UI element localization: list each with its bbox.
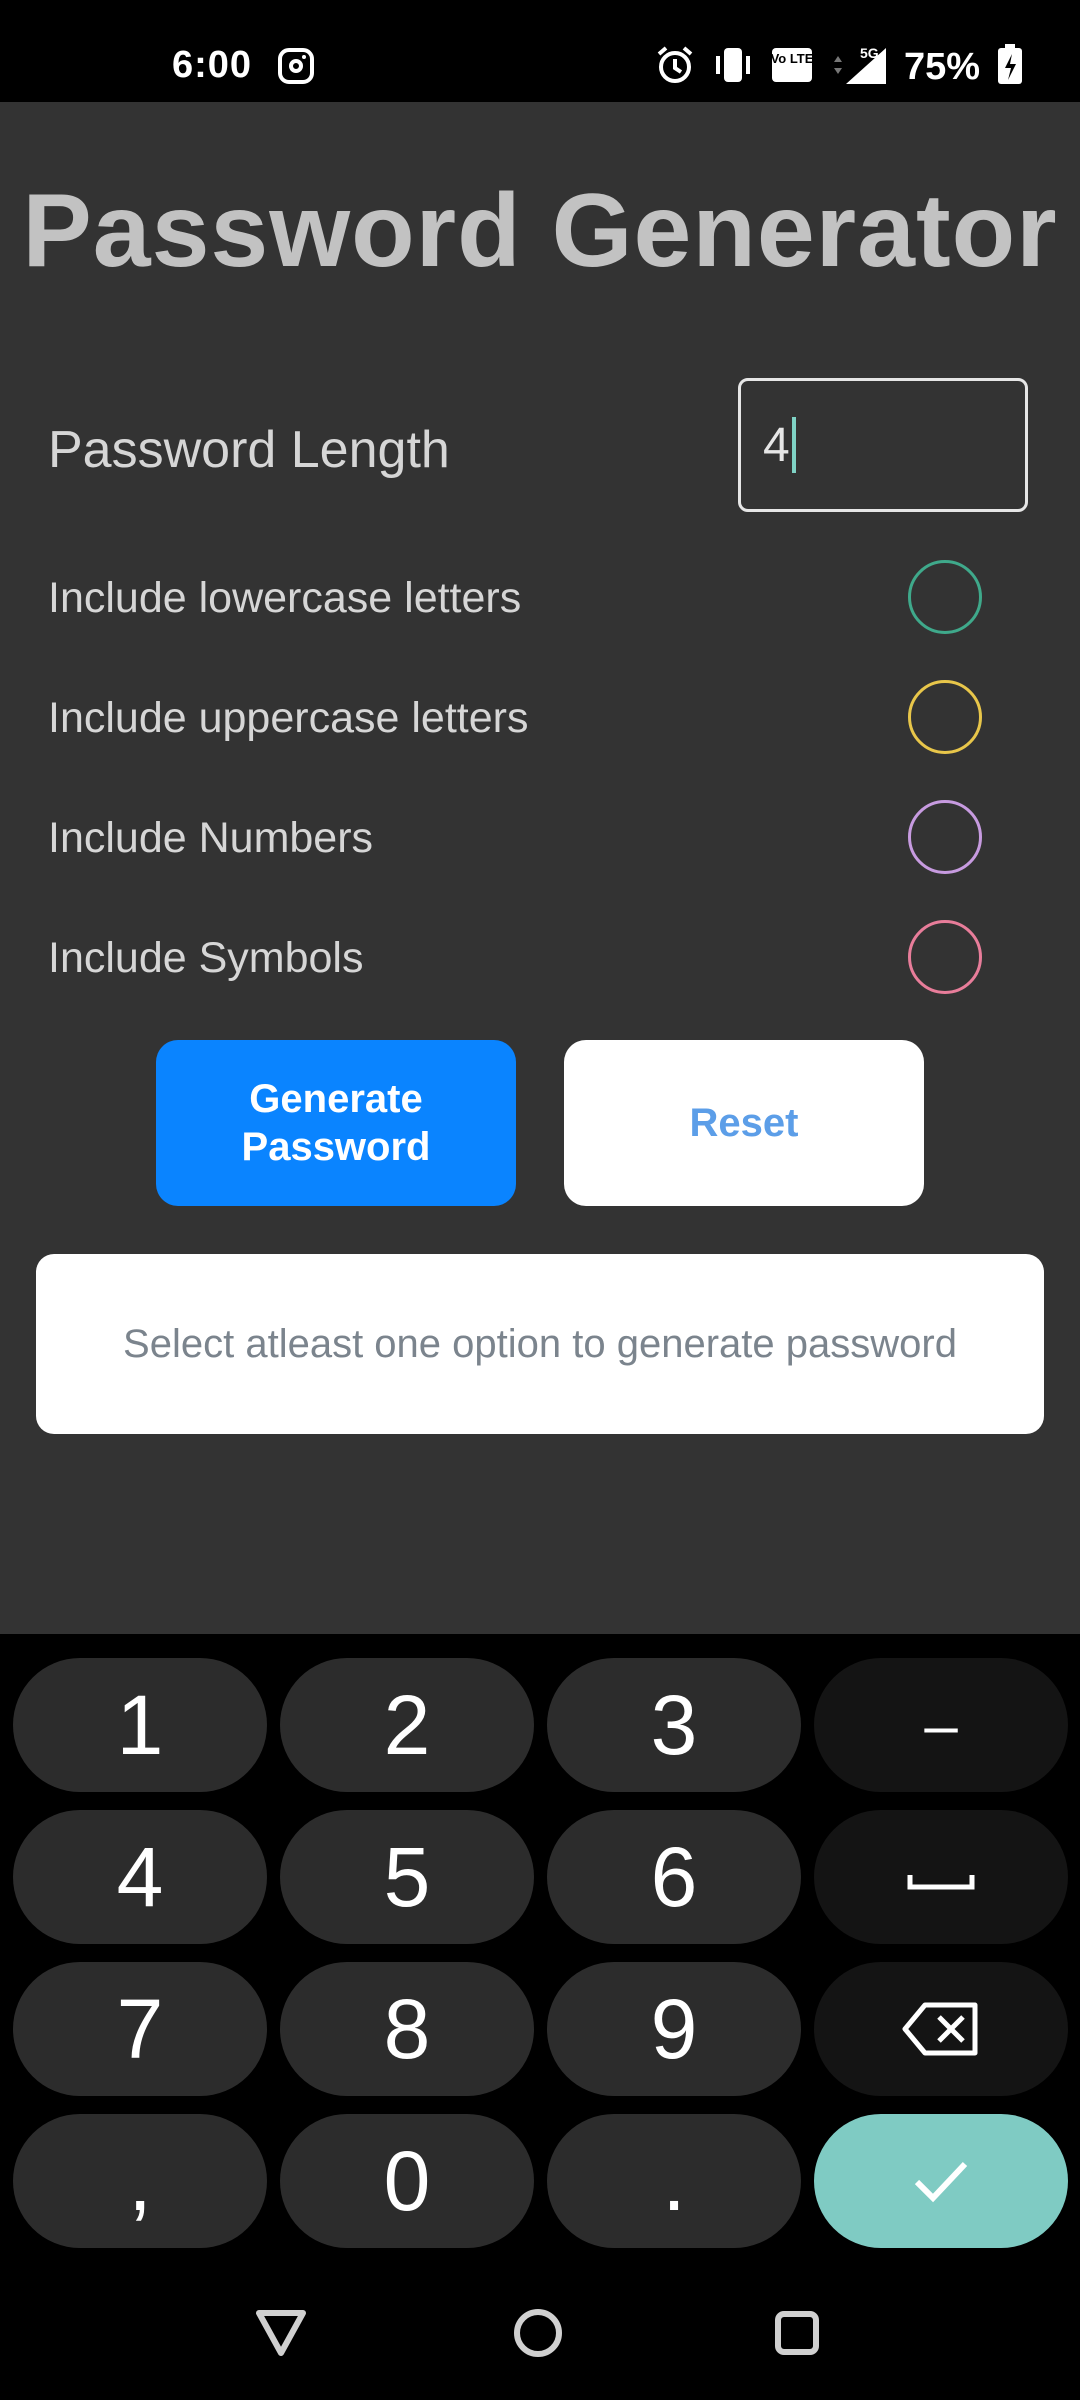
key-3[interactable]: 3 — [547, 1658, 801, 1792]
key-4[interactable]: 4 — [13, 1810, 267, 1944]
status-icons: Vo LTE 5G 75% — [654, 44, 1024, 91]
option-uppercase-checkbox[interactable] — [908, 680, 982, 754]
option-numbers-checkbox[interactable] — [908, 800, 982, 874]
nav-recents-button[interactable] — [762, 2298, 832, 2368]
key-period[interactable]: . — [547, 2114, 801, 2248]
key-7[interactable]: 7 — [13, 1962, 267, 2096]
option-uppercase-label: Include uppercase letters — [48, 694, 529, 742]
password-length-value: 4 — [763, 418, 790, 472]
triangle-back-icon — [256, 2310, 306, 2356]
key-2[interactable]: 2 — [280, 1658, 534, 1792]
key-0[interactable]: 0 — [280, 2114, 534, 2248]
option-symbols-label: Include Symbols — [48, 934, 364, 982]
key-space[interactable] — [814, 1810, 1068, 1944]
volte-text: Vo LTE — [771, 51, 814, 66]
option-symbols-checkbox[interactable] — [908, 920, 982, 994]
nav-back-button[interactable] — [246, 2298, 316, 2368]
vibrate-icon — [712, 44, 754, 91]
volte-icon: Vo LTE — [770, 44, 814, 91]
key-confirm[interactable] — [814, 2114, 1068, 2248]
page-title: Password Generator — [22, 173, 1058, 289]
option-lowercase-label: Include lowercase letters — [48, 574, 522, 622]
circle-home-icon — [514, 2309, 562, 2357]
space-icon — [907, 1875, 975, 1890]
reset-button[interactable]: Reset — [564, 1040, 924, 1206]
result-message: Select atleast one option to generate pa… — [123, 1321, 957, 1366]
password-length-input[interactable]: 4 — [738, 378, 1028, 512]
status-time: 6:00 — [172, 44, 253, 86]
system-nav-bar — [0, 2268, 1080, 2400]
signal-icon: 5G — [830, 44, 888, 91]
key-5[interactable]: 5 — [280, 1810, 534, 1944]
key-8[interactable]: 8 — [280, 1962, 534, 2096]
generate-password-button[interactable]: Generate Password — [156, 1040, 516, 1206]
status-bar: 6:00 Vo LTE 5G 75% — [0, 0, 1080, 102]
key-backspace[interactable] — [814, 1962, 1068, 2096]
checkmark-icon — [914, 2161, 968, 2203]
numeric-keyboard: 1 2 3 – 4 5 6 7 8 9 , 0 . — [0, 1634, 1080, 2268]
key-comma[interactable]: , — [13, 2114, 267, 2248]
generate-password-label: Generate Password — [241, 1077, 431, 1169]
key-1[interactable]: 1 — [13, 1658, 267, 1792]
key-6[interactable]: 6 — [547, 1810, 801, 1944]
backspace-icon — [902, 2002, 978, 2056]
result-message-card: Select atleast one option to generate pa… — [36, 1254, 1044, 1434]
signal-text: 5G — [860, 45, 879, 61]
option-lowercase-checkbox[interactable] — [908, 560, 982, 634]
password-length-label: Password Length — [48, 421, 450, 479]
key-minus[interactable]: – — [814, 1658, 1068, 1792]
app-screen: Password Generator Password Length 4 Inc… — [0, 102, 1080, 1634]
battery-charging-icon — [996, 44, 1024, 91]
alarm-icon — [654, 44, 696, 91]
nav-home-button[interactable] — [503, 2298, 573, 2368]
text-cursor — [791, 417, 796, 473]
battery-percent: 75% — [903, 46, 980, 88]
reset-label: Reset — [689, 1101, 799, 1145]
square-recents-icon — [775, 2311, 819, 2355]
key-9[interactable]: 9 — [547, 1962, 801, 2096]
instagram-icon — [278, 48, 314, 84]
option-numbers-label: Include Numbers — [48, 814, 374, 862]
